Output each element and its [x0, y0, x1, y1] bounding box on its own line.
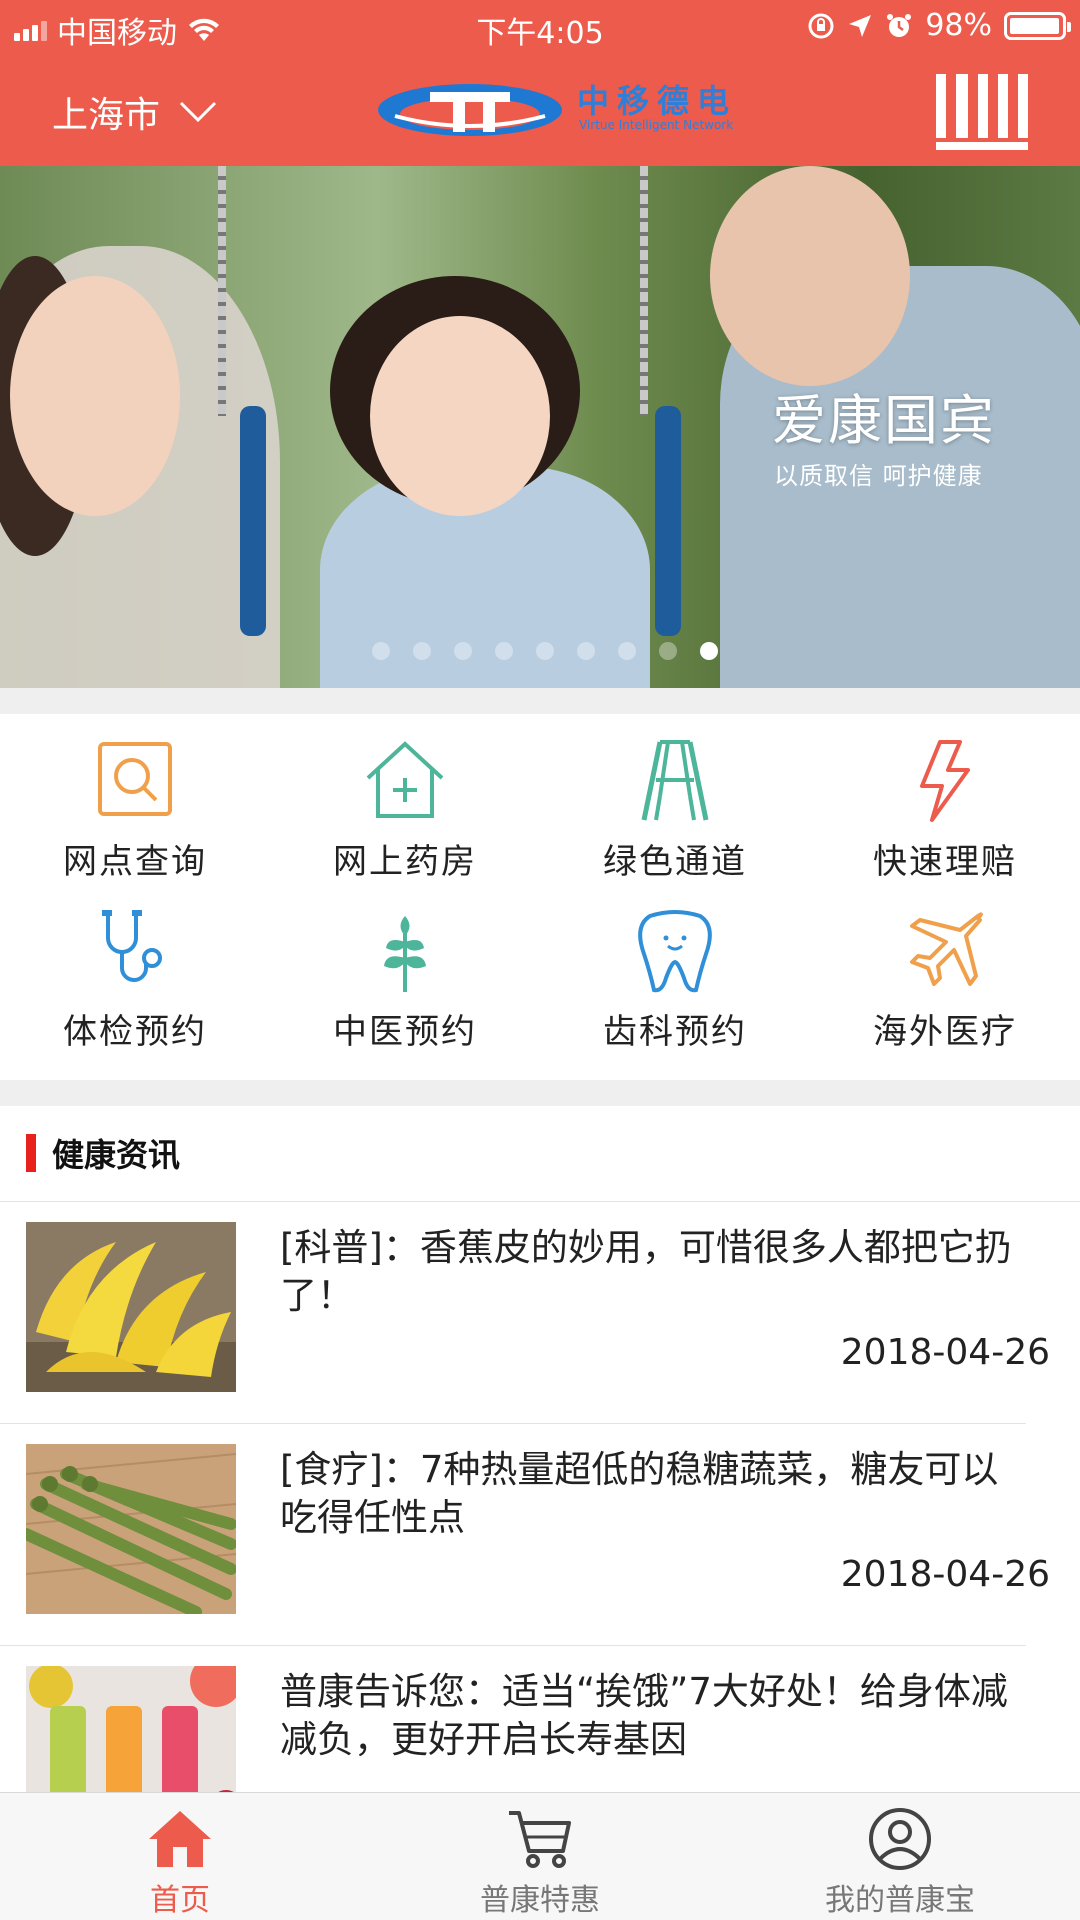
- rotation-lock-icon: [808, 13, 834, 38]
- service-tcm-booking[interactable]: 中医预约: [270, 884, 540, 1054]
- tab-profile[interactable]: 我的普康宝: [720, 1793, 1080, 1920]
- news-thumbnail-bananas: [26, 1222, 236, 1392]
- service-label: 快速理赔: [873, 842, 1017, 882]
- news-thumbnail-asparagus: [26, 1444, 236, 1614]
- carousel-dot[interactable]: [536, 642, 554, 660]
- carousel-dots[interactable]: [372, 642, 718, 660]
- banner-figure-face: [10, 276, 180, 516]
- tab-label: 我的普康宝: [825, 1883, 975, 1918]
- carousel-dot[interactable]: [659, 642, 677, 660]
- news-section-header: 健康资讯: [0, 1106, 1080, 1202]
- news-date: 2018-04-26: [840, 1554, 1050, 1595]
- user-icon: [869, 1808, 931, 1870]
- promo-banner[interactable]: 爱康国宾 以质取信 呵护健康: [0, 166, 1080, 688]
- carousel-dot[interactable]: [454, 642, 472, 660]
- chevron-down-icon: [179, 101, 217, 123]
- news-title: [科普]：香蕉皮的妙用，可惜很多人都把它扔了！: [280, 1226, 1012, 1317]
- service-checkup-booking[interactable]: 体检预约: [0, 884, 270, 1054]
- service-label: 网上药房: [333, 842, 477, 882]
- home-icon: [149, 1811, 211, 1867]
- battery-percent: 98%: [925, 8, 992, 43]
- service-outlet-query[interactable]: 网点查询: [0, 714, 270, 884]
- tab-home[interactable]: 首页: [0, 1793, 360, 1920]
- carousel-dot[interactable]: [413, 642, 431, 660]
- service-label: 网点查询: [63, 842, 207, 882]
- tooth-icon: [638, 910, 712, 993]
- battery-icon: [1004, 11, 1071, 40]
- service-green-channel[interactable]: 绿色通道: [540, 714, 810, 884]
- service-label: 绿色通道: [603, 842, 747, 882]
- swing-rope: [655, 406, 681, 636]
- swing-chain: [218, 166, 226, 416]
- status-bar: 中国移动 下午4:05 98%: [0, 0, 1080, 54]
- tab-label: 普康特惠: [480, 1883, 600, 1918]
- service-label: 齿科预约: [603, 1012, 747, 1052]
- news-title: [食疗]：7种热量超低的稳糖蔬菜，糖友可以吃得任性点: [280, 1448, 999, 1539]
- bottom-tab-bar: 首页 普康特惠 我的普康宝: [0, 1792, 1080, 1920]
- barcode-scan-icon[interactable]: [936, 74, 1028, 150]
- tab-deals[interactable]: 普康特惠: [360, 1793, 720, 1920]
- section-gap: [0, 688, 1080, 714]
- city-selector[interactable]: 上海市: [52, 86, 218, 138]
- airplane-icon: [910, 912, 983, 986]
- road-icon: [641, 740, 709, 821]
- location-arrow-icon: [849, 14, 872, 37]
- swing-rope: [240, 406, 266, 636]
- news-item[interactable]: [科普]：香蕉皮的妙用，可惜很多人都把它扔了！ 2018-04-26: [0, 1202, 1080, 1424]
- service-grid: 网点查询 网上药房 绿色通道 快速理赔 体检预约 中医预约 齿科预约 海外医疗: [0, 714, 1080, 1080]
- service-label: 体检预约: [63, 1012, 207, 1052]
- city-label: 上海市: [52, 95, 161, 136]
- service-fast-claim[interactable]: 快速理赔: [810, 714, 1080, 884]
- nav-row: 上海市 中移德电 Virtue Intelligent Network: [0, 66, 1080, 166]
- news-date: 2018-04-26: [840, 1332, 1050, 1373]
- app-screen: 中国移动 下午4:05 98% 上海市 中移德电 Virtue Intellig…: [0, 0, 1080, 1920]
- tab-label: 首页: [150, 1883, 210, 1918]
- banner-subtitle: 以质取信 呵护健康: [774, 462, 983, 490]
- status-right: 98%: [807, 8, 1071, 43]
- carousel-dot[interactable]: [577, 642, 595, 660]
- news-title: 普康告诉您：适当“挨饿”7大好处！给身体减减负，更好开启长寿基因: [280, 1670, 1008, 1761]
- carousel-dot[interactable]: [700, 642, 718, 660]
- section-accent-bar: [26, 1134, 36, 1172]
- search-icon: [98, 742, 172, 816]
- logo-subtitle: Virtue Intelligent Network: [579, 118, 734, 132]
- brand-logo: 中移德电 Virtue Intelligent Network: [375, 74, 745, 144]
- carousel-dot[interactable]: [618, 642, 636, 660]
- alarm-icon: [887, 13, 912, 37]
- news-item[interactable]: [食疗]：7种热量超低的稳糖蔬菜，糖友可以吃得任性点 2018-04-26: [0, 1424, 1080, 1646]
- stethoscope-icon: [102, 910, 162, 982]
- carousel-dot[interactable]: [495, 642, 513, 660]
- carousel-dot[interactable]: [372, 642, 390, 660]
- service-dental-booking[interactable]: 齿科预约: [540, 884, 810, 1054]
- cart-icon: [509, 1811, 571, 1868]
- service-overseas-medical[interactable]: 海外医疗: [810, 884, 1080, 1054]
- service-online-pharmacy[interactable]: 网上药房: [270, 714, 540, 884]
- lightning-icon: [920, 740, 970, 822]
- service-label: 中医预约: [333, 1012, 477, 1052]
- logo-text: 中移德电: [577, 82, 738, 120]
- app-header: 中国移动 下午4:05 98% 上海市 中移德电 Virtue Intellig…: [0, 0, 1080, 166]
- herb-icon: [384, 916, 426, 992]
- section-gap: [0, 1080, 1080, 1106]
- pharmacy-icon: [366, 741, 444, 818]
- banner-title: 爱康国宾: [772, 389, 996, 452]
- service-label: 海外医疗: [873, 1012, 1017, 1052]
- news-section-title: 健康资讯: [52, 1136, 181, 1174]
- logo-mark-icon: [378, 84, 562, 136]
- banner-figure-father-face: [710, 166, 910, 386]
- banner-figure-girl-face: [370, 316, 550, 516]
- swing-chain: [640, 166, 648, 416]
